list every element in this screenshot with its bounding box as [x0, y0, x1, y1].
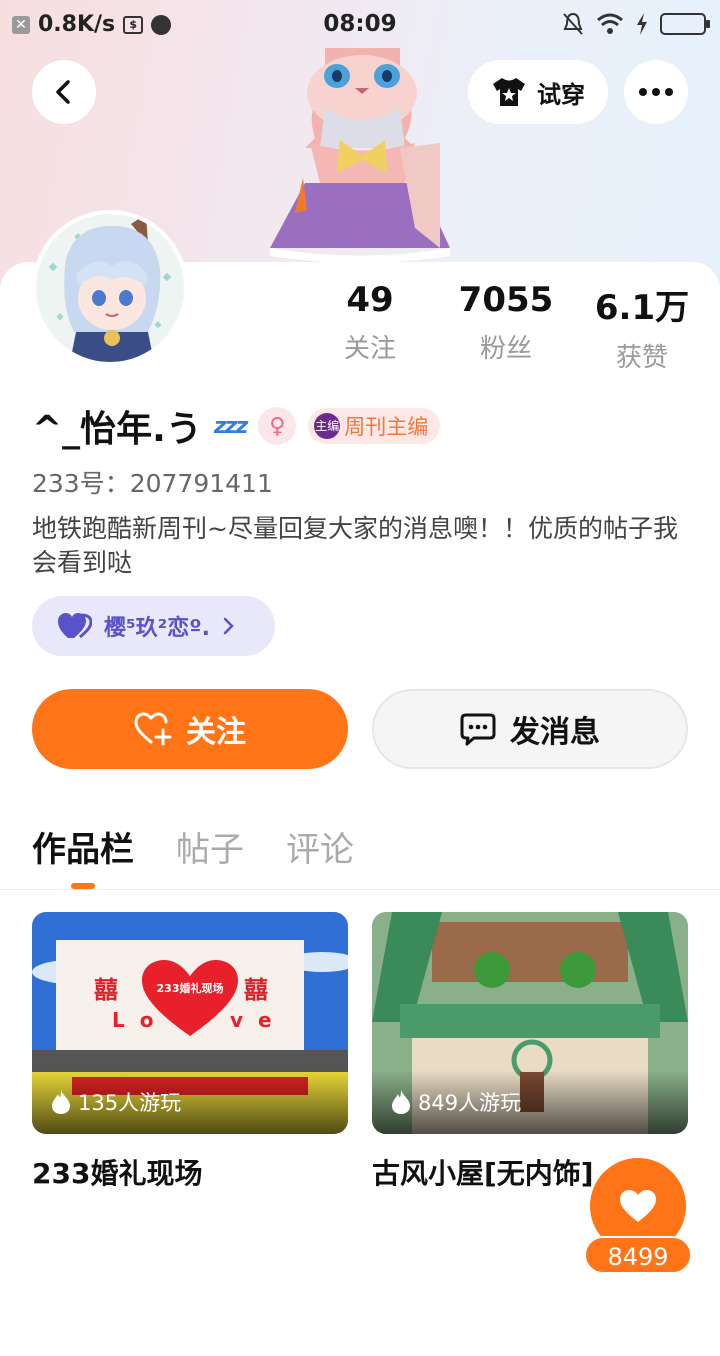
try-on-button[interactable]: 试穿 — [468, 60, 608, 124]
tshirt-icon — [493, 78, 525, 106]
wedding-sign-xi-right: 囍 — [244, 976, 268, 1004]
fans-label: 粉丝 — [479, 334, 532, 364]
family-name: 樱⁵玖²恋º. — [104, 616, 211, 641]
profile-tabs: 作品栏 帖子 评论 — [32, 822, 354, 871]
sleep-zzz-icon: zzz — [213, 413, 248, 439]
tab-comments[interactable]: 评论 — [286, 822, 354, 871]
avatar-image — [36, 214, 184, 362]
flame-icon — [52, 1090, 70, 1114]
username-row: ^_怡年.う zzz ♀ 主编 周刊主编 — [32, 400, 441, 452]
title-badge-label: 周刊主编 — [344, 415, 429, 439]
wedding-sign-love-right: v e — [230, 1008, 276, 1032]
work-play-count: 135人游玩 — [32, 1070, 348, 1134]
stat-likes[interactable]: 6.1万 获赞 — [572, 280, 712, 374]
more-button[interactable] — [624, 60, 688, 124]
chevron-right-icon — [223, 617, 234, 635]
status-bar: ✕ 0.8K/s $ 08:09 — [0, 0, 720, 50]
username: ^_怡年.う — [32, 409, 202, 450]
title-badge[interactable]: 主编 周刊主编 — [308, 408, 441, 444]
bio: 地铁跑酷新周刊~尽量回复大家的消息噢！！优质的帖子我会看到哒 — [32, 514, 678, 577]
like-count-badge: 8499 — [584, 1236, 692, 1274]
message-label: 发消息 — [510, 715, 600, 750]
tabs-divider — [0, 889, 720, 890]
following-count: 49 — [346, 280, 394, 320]
editor-badge-icon: 主编 — [314, 413, 341, 439]
tab-posts[interactable]: 帖子 — [176, 822, 244, 871]
battery-icon — [660, 13, 710, 35]
heart-icon — [620, 1190, 656, 1222]
chat-bubble-icon — [460, 713, 496, 746]
female-gender-icon: ♀ — [258, 407, 297, 445]
character-illustration — [270, 48, 450, 263]
message-button[interactable]: 发消息 — [372, 689, 688, 769]
family-group-pill[interactable]: 樱⁵玖²恋º. — [32, 596, 275, 656]
follow-label: 关注 — [186, 715, 246, 750]
charging-icon — [637, 13, 647, 35]
chevron-left-icon — [56, 80, 70, 104]
mute-icon — [563, 12, 583, 35]
plays-label: 849人游玩 — [418, 1091, 522, 1115]
work-card-wedding[interactable]: 囍 囍 233婚礼现场 L o v e 135人游玩 — [32, 912, 348, 1134]
likes-count: 6.1万 — [594, 288, 690, 328]
wedding-sign-xi-left: 囍 — [94, 976, 118, 1004]
stat-following[interactable]: 49 关注 — [300, 280, 440, 365]
wifi-icon — [597, 13, 623, 34]
follow-button[interactable]: 关注 — [32, 689, 348, 769]
flame-icon — [392, 1090, 410, 1114]
wedding-sign-love-left: L o — [112, 1008, 158, 1032]
heart-plus-icon — [134, 712, 172, 746]
likes-label: 获赞 — [615, 343, 668, 373]
back-button[interactable] — [32, 60, 96, 124]
double-heart-icon — [58, 613, 92, 639]
wedding-sign-text: 233婚礼现场 — [156, 982, 224, 995]
plays-label: 135人游玩 — [78, 1091, 182, 1115]
avatar[interactable] — [32, 210, 188, 366]
work-title-house[interactable]: 古风小屋[无内饰] — [372, 1152, 594, 1192]
tab-works[interactable]: 作品栏 — [32, 822, 134, 871]
following-label: 关注 — [343, 334, 396, 364]
fans-count: 7055 — [458, 280, 554, 320]
work-title-wedding[interactable]: 233婚礼现场 — [32, 1152, 202, 1192]
work-card-house[interactable]: 849人游玩 — [372, 912, 688, 1134]
stat-fans[interactable]: 7055 粉丝 — [436, 280, 576, 365]
work-play-count: 849人游玩 — [372, 1070, 688, 1134]
user-id: 233号：207791411 — [32, 469, 273, 498]
more-dots-icon — [639, 88, 673, 96]
try-on-label: 试穿 — [537, 80, 585, 109]
